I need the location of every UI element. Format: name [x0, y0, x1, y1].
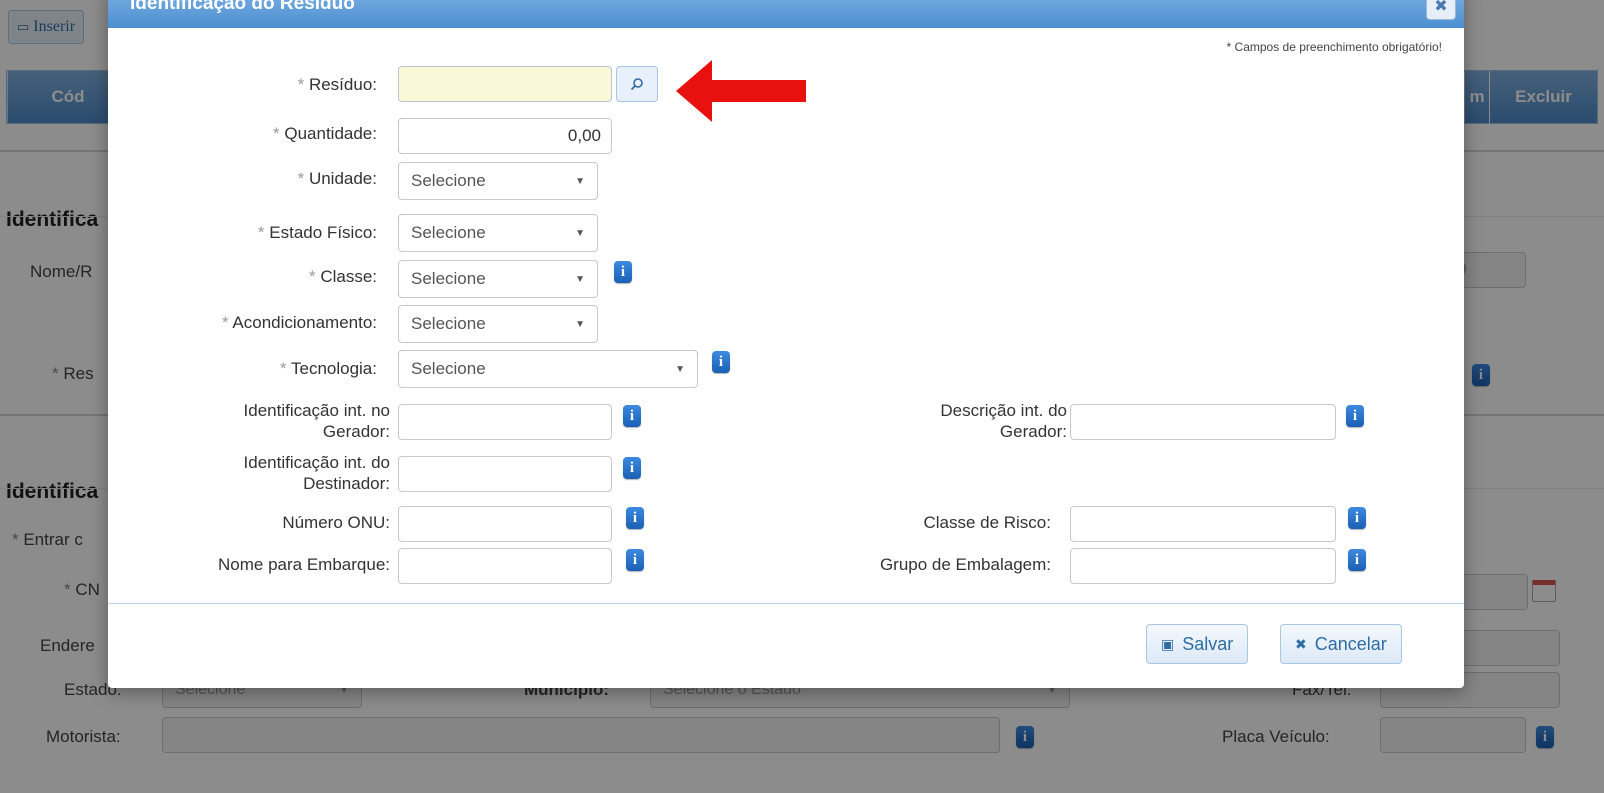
close-icon: ✖: [1434, 0, 1448, 15]
id-destinador-info-icon[interactable]: i: [623, 457, 641, 479]
estado-fisico-select[interactable]: Selecione ▼: [398, 214, 598, 252]
desc-gerador-input[interactable]: [1070, 404, 1336, 440]
numero-onu-info-icon[interactable]: i: [626, 507, 644, 529]
cancel-button[interactable]: ✖ Cancelar: [1280, 624, 1402, 664]
grupo-embalagem-label: Grupo de Embalagem:: [879, 555, 1051, 574]
dialog-titlebar[interactable]: Identificação do Resíduo ✖: [108, 0, 1464, 28]
id-destinador-input[interactable]: [398, 456, 612, 492]
classe-risco-label: Classe de Risco:: [923, 513, 1051, 532]
dialog-title: Identificação do Resíduo: [130, 0, 355, 14]
cancel-button-label: Cancelar: [1314, 633, 1387, 654]
red-arrow-annotation: [676, 60, 806, 122]
numero-onu-label: Número ONU:: [282, 513, 390, 532]
grupo-embalagem-input[interactable]: [1070, 548, 1336, 584]
residuo-label: * Resíduo:: [297, 75, 377, 94]
acondicionamento-label: * Acondicionamento:: [221, 313, 377, 332]
residuo-search-button[interactable]: [616, 66, 658, 102]
dropdown-arrow-icon: ▼: [575, 273, 585, 285]
dropdown-arrow-icon: ▼: [675, 363, 685, 375]
id-gerador-label: Identificação int. no Gerador:: [243, 401, 390, 441]
unidade-select[interactable]: Selecione ▼: [398, 162, 598, 200]
save-icon: ▣: [1161, 635, 1175, 652]
save-button-label: Salvar: [1182, 633, 1234, 654]
tecnologia-info-icon[interactable]: i: [712, 351, 730, 373]
id-gerador-input[interactable]: [398, 404, 612, 440]
desc-gerador-info-icon[interactable]: i: [1346, 405, 1364, 427]
tecnologia-label: * Tecnologia:: [279, 359, 377, 378]
unidade-label: * Unidade:: [297, 169, 377, 188]
classe-label: * Classe:: [308, 267, 377, 286]
id-gerador-info-icon[interactable]: i: [623, 405, 641, 427]
classe-risco-input[interactable]: [1070, 506, 1336, 542]
cancel-icon: ✖: [1295, 635, 1307, 652]
estado-fisico-label: * Estado Físico:: [257, 223, 377, 242]
dropdown-arrow-icon: ▼: [575, 175, 585, 187]
search-icon: [630, 78, 643, 91]
nome-embarque-input[interactable]: [398, 548, 612, 584]
nome-embarque-label: Nome para Embarque:: [218, 555, 390, 574]
id-destinador-label: Identificação int. do Destinador:: [243, 453, 390, 493]
save-button[interactable]: ▣ Salvar: [1146, 624, 1249, 664]
desc-gerador-label: Descrição int. do Gerador:: [940, 401, 1067, 441]
required-fields-note: * Campos de preenchimento obrigatório!: [1226, 40, 1442, 54]
numero-onu-input[interactable]: [398, 506, 612, 542]
grupo-embalagem-info-icon[interactable]: i: [1348, 549, 1366, 571]
dropdown-arrow-icon: ▼: [575, 318, 585, 330]
dialog-footer-divider: [108, 603, 1464, 604]
quantidade-input[interactable]: [398, 118, 612, 154]
classe-select[interactable]: Selecione ▼: [398, 260, 598, 298]
quantidade-label: * Quantidade:: [273, 124, 377, 143]
classe-info-icon[interactable]: i: [614, 261, 632, 283]
acondicionamento-select[interactable]: Selecione ▼: [398, 305, 598, 343]
classe-risco-info-icon[interactable]: i: [1348, 507, 1366, 529]
residuo-input[interactable]: [398, 66, 612, 102]
nome-embarque-info-icon[interactable]: i: [626, 549, 644, 571]
tecnologia-select[interactable]: Selecione ▼: [398, 350, 698, 388]
close-button[interactable]: ✖: [1426, 0, 1456, 20]
dropdown-arrow-icon: ▼: [575, 227, 585, 239]
